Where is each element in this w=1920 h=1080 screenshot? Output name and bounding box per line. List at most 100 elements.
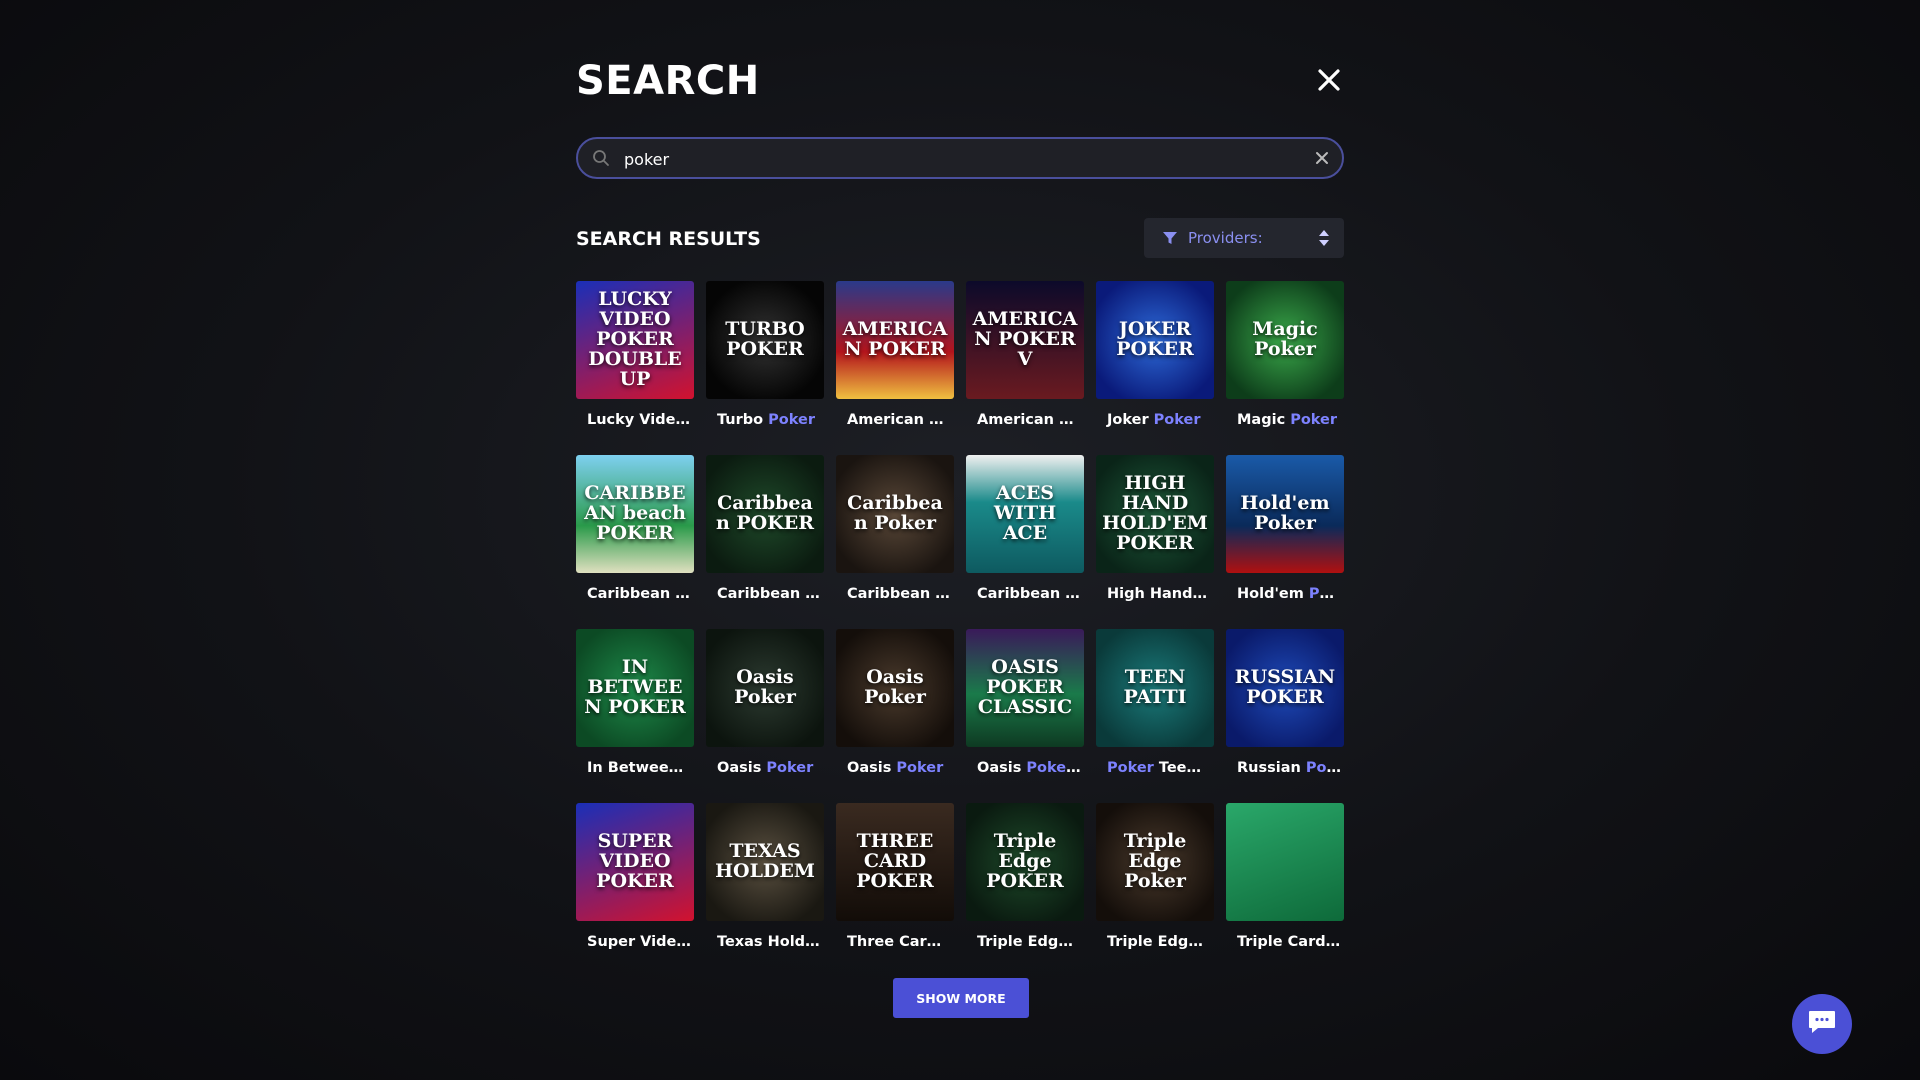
game-tile[interactable]: Magic Poker Magic Poker xyxy=(1226,281,1344,431)
game-tile[interactable]: HIGH HAND HOLD'EM POKER High Hand H... xyxy=(1096,455,1214,605)
game-title[interactable]: Oasis Poker xyxy=(706,760,821,776)
game-thumbnail[interactable]: LUCKY VIDEO POKER DOUBLE UP xyxy=(576,281,694,399)
game-title[interactable]: Triple Edge P... xyxy=(966,934,1081,950)
game-thumbnail[interactable]: TEXAS HOLDEM xyxy=(706,803,824,921)
game-title-text: Triple Card xyxy=(1237,934,1331,950)
game-title[interactable]: American Pok... xyxy=(966,412,1081,428)
game-thumbnail-art: JOKER POKER xyxy=(1116,318,1194,360)
game-thumbnail[interactable]: Magic Poker xyxy=(1226,281,1344,399)
game-tile[interactable]: Triple Edge Poker Triple Edge P... xyxy=(1096,803,1214,953)
game-thumbnail-art: Magic Poker xyxy=(1252,318,1318,360)
game-thumbnail[interactable]: Caribbean Poker xyxy=(836,455,954,573)
game-tile[interactable]: ACES WITH ACE Caribbean St... xyxy=(966,455,1084,605)
game-thumbnail[interactable]: Oasis Poker xyxy=(706,629,824,747)
game-thumbnail[interactable]: OASIS POKER CLASSIC xyxy=(966,629,1084,747)
game-tile[interactable]: TEEN PATTI Poker Teen P... xyxy=(1096,629,1214,779)
game-tile[interactable]: RUSSIAN POKER Russian Poker xyxy=(1226,629,1344,779)
game-thumbnail[interactable]: TEEN PATTI xyxy=(1096,629,1214,747)
game-tile[interactable]: Hold'em Poker Hold'em Poker xyxy=(1226,455,1344,605)
search-bar xyxy=(576,137,1344,179)
game-thumbnail[interactable] xyxy=(1226,803,1344,921)
game-thumbnail[interactable]: SUPER VIDEO POKER xyxy=(576,803,694,921)
game-title[interactable]: Hold'em Poker xyxy=(1226,586,1341,602)
game-thumbnail[interactable]: THREE CARD POKER xyxy=(836,803,954,921)
game-thumbnail-art: ACES WITH ACE xyxy=(993,482,1057,544)
game-tile[interactable]: Oasis Poker Oasis Poker xyxy=(706,629,824,779)
game-title-text: Oasis xyxy=(847,760,897,776)
game-title[interactable]: Three Card P... xyxy=(836,934,951,950)
game-title[interactable]: In Between P... xyxy=(576,760,691,776)
game-thumbnail[interactable]: ACES WITH ACE xyxy=(966,455,1084,573)
game-thumbnail[interactable]: Triple Edge POKER xyxy=(966,803,1084,921)
game-title[interactable]: Poker Teen P... xyxy=(1096,760,1211,776)
game-thumbnail[interactable]: AMERICAN POKER V xyxy=(966,281,1084,399)
game-title-text: Caribbean Be xyxy=(587,586,691,602)
game-thumbnail[interactable]: IN BETWEEN POKER xyxy=(576,629,694,747)
game-thumbnail-art: CARIBBEAN beach POKER xyxy=(584,482,686,544)
game-title-highlight: Poker xyxy=(768,412,815,428)
game-tile[interactable]: Triple Card P... xyxy=(1226,803,1344,953)
game-title-text: Caribbean xyxy=(847,586,936,602)
game-title-text: Oasis xyxy=(717,760,767,776)
game-tile[interactable]: JOKER POKER Joker Poker xyxy=(1096,281,1214,431)
game-tile[interactable]: OASIS POKER CLASSIC Oasis Poker C... xyxy=(966,629,1084,779)
game-tile[interactable]: Oasis Poker Oasis Poker xyxy=(836,629,954,779)
game-tile[interactable]: LUCKY VIDEO POKER DOUBLE UP Lucky Video P… xyxy=(576,281,694,431)
game-thumbnail[interactable]: Oasis Poker xyxy=(836,629,954,747)
game-title[interactable]: Triple Card P... xyxy=(1226,934,1341,950)
game-thumbnail-art: Oasis Poker xyxy=(864,666,926,708)
game-title[interactable]: Magic Poker xyxy=(1226,412,1341,428)
game-title-text: Three Card xyxy=(847,934,943,950)
game-thumbnail[interactable]: AMERICAN POKER xyxy=(836,281,954,399)
game-tile[interactable]: CARIBBEAN beach POKER Caribbean Be... xyxy=(576,455,694,605)
game-tile[interactable]: Triple Edge POKER Triple Edge P... xyxy=(966,803,1084,953)
close-icon[interactable] xyxy=(1314,65,1344,95)
game-title[interactable]: Lucky Video P... xyxy=(576,412,691,428)
game-title[interactable]: Texas Hold'e... xyxy=(706,934,821,950)
game-title[interactable]: Caribbean St... xyxy=(966,586,1081,602)
game-thumbnail-art: TURBO POKER xyxy=(725,318,805,360)
game-thumbnail[interactable]: Triple Edge Poker xyxy=(1096,803,1214,921)
search-input[interactable] xyxy=(622,145,1266,173)
game-title[interactable]: Oasis Poker xyxy=(836,760,951,776)
game-title[interactable]: Caribbean Be... xyxy=(576,586,691,602)
game-thumbnail[interactable]: TURBO POKER xyxy=(706,281,824,399)
game-thumbnail[interactable]: CARIBBEAN beach POKER xyxy=(576,455,694,573)
game-title-highlight: Poker xyxy=(896,760,944,776)
game-title[interactable]: Joker Poker xyxy=(1096,412,1211,428)
game-title-text: Magic xyxy=(1237,412,1291,428)
game-title-text: Triple Edge xyxy=(977,934,1074,950)
game-title[interactable]: Russian Poker xyxy=(1226,760,1341,776)
game-tile[interactable]: TURBO POKER Turbo Poker xyxy=(706,281,824,431)
clear-search-icon[interactable] xyxy=(1314,150,1330,166)
game-tile[interactable]: TEXAS HOLDEM Texas Hold'e... xyxy=(706,803,824,953)
game-tile[interactable]: SUPER VIDEO POKER Super Video ... xyxy=(576,803,694,953)
game-title[interactable]: Oasis Poker C... xyxy=(966,760,1081,776)
game-thumbnail[interactable]: RUSSIAN POKER xyxy=(1226,629,1344,747)
game-title[interactable]: Turbo Poker xyxy=(706,412,821,428)
game-tile[interactable]: AMERICAN POKER V American Pok... xyxy=(966,281,1084,431)
game-thumbnail[interactable]: HIGH HAND HOLD'EM POKER xyxy=(1096,455,1214,573)
game-tile[interactable]: Caribbean POKER Caribbean Po... xyxy=(706,455,824,605)
game-title[interactable]: High Hand H... xyxy=(1096,586,1211,602)
game-title[interactable]: Caribbean Po... xyxy=(706,586,821,602)
game-tile[interactable]: AMERICAN POKER American Pok... xyxy=(836,281,954,431)
game-title-highlight: Poker xyxy=(1153,412,1201,428)
game-tile[interactable]: IN BETWEEN POKER In Between P... xyxy=(576,629,694,779)
game-thumbnail[interactable]: Caribbean POKER xyxy=(706,455,824,573)
game-title-highlight: Poker xyxy=(1308,586,1341,602)
game-tile[interactable]: Caribbean Poker Caribbean Po... xyxy=(836,455,954,605)
game-thumbnail-art: AMERICAN POKER xyxy=(842,318,948,360)
show-more-button[interactable]: SHOW MORE xyxy=(893,978,1029,1018)
game-title[interactable]: Caribbean Po... xyxy=(836,586,951,602)
game-thumbnail-art: HIGH HAND HOLD'EM POKER xyxy=(1102,472,1208,554)
game-title[interactable]: American Pok... xyxy=(836,412,951,428)
game-title[interactable]: Triple Edge P... xyxy=(1096,934,1211,950)
game-thumbnail[interactable]: JOKER POKER xyxy=(1096,281,1214,399)
search-modal: SEARCH SEARCH RESULTS Providers: LUCKY V… xyxy=(576,50,1344,1018)
providers-dropdown[interactable]: Providers: xyxy=(1144,218,1344,258)
game-thumbnail[interactable]: Hold'em Poker xyxy=(1226,455,1344,573)
game-tile[interactable]: THREE CARD POKER Three Card P... xyxy=(836,803,954,953)
chat-button[interactable] xyxy=(1792,994,1852,1054)
game-title[interactable]: Super Video ... xyxy=(576,934,691,950)
